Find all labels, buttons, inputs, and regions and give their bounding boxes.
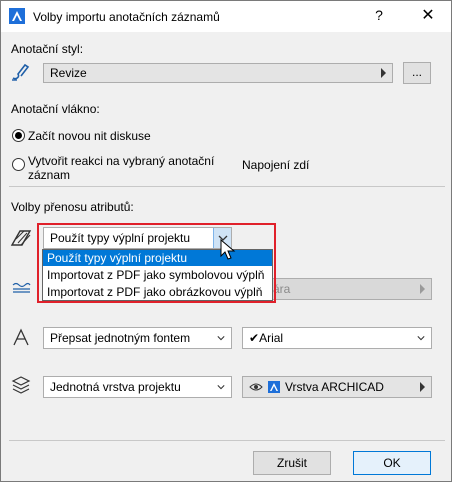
fill-type-select[interactable]: Použít typy výplní projektu [43,227,232,249]
reply-label-line1: Vytvořit reakci na vybraný anotační [28,154,215,168]
fill-hatch-icon [10,230,32,246]
separator [9,440,445,441]
mouse-cursor-icon [220,239,236,260]
new-thread-label: Začít novou nit diskuse [28,129,151,143]
reply-radio[interactable] [12,158,25,171]
pen-icon [12,63,30,81]
dropdown-option[interactable]: Použít typy výplní projektu [43,250,272,266]
layers-icon [11,376,31,394]
chevron-down-icon [217,385,225,390]
chevron-right-icon [381,68,386,78]
font-name-value: ✔Arial [249,331,284,345]
import-annotation-options-dialog: Volby importu anotačních záznamů ? ✕ Ano… [0,0,452,482]
eye-icon [249,383,263,391]
help-button[interactable]: ? [371,7,387,25]
checkmark-icon: ✔ [249,331,260,345]
annotation-style-heading: Anotační styl: [11,42,84,56]
line-type-icon [12,282,31,293]
layer-mode-value: Jednotná vrstva projektu [50,380,181,394]
archicad-layer-icon [268,381,280,393]
font-mode-value: Přepsat jednotným fontem [50,331,191,345]
ok-button[interactable]: OK [353,451,431,475]
new-thread-radio[interactable] [12,129,25,142]
chevron-right-icon [420,382,425,392]
reply-label-line2: záznam [28,168,71,182]
font-name-select[interactable]: ✔Arial [242,327,432,349]
archicad-icon [9,8,25,24]
font-icon [13,328,29,346]
layer-name-select[interactable]: Vrstva ARCHICAD [242,376,432,398]
layer-mode-select[interactable]: Jednotná vrstva projektu [43,376,232,398]
separator [9,186,445,187]
layer-name-value: Vrstva ARCHICAD [285,380,384,394]
annotation-style-select[interactable]: Revize [43,63,393,83]
annotation-style-value: Revize [50,66,87,80]
browse-button[interactable]: ... [403,62,431,84]
chevron-down-icon [417,336,425,341]
chevron-down-icon [217,336,225,341]
fill-type-dropdown-list: Použít typy výplní projektu Importovat z… [42,249,273,301]
title-bar: Volby importu anotačních záznamů ? ✕ [1,1,451,32]
cancel-button[interactable]: Zrušit [253,451,331,475]
window-title: Volby importu anotačních záznamů [33,10,220,24]
selected-thread-label: Napojení zdí [242,158,310,172]
dropdown-option[interactable]: Importovat z PDF jako symbolovou výplň [43,267,272,283]
font-mode-select[interactable]: Přepsat jednotným fontem [43,327,232,349]
attribute-transfer-heading: Volby přenosu atributů: [11,200,134,214]
annotation-thread-heading: Anotační vlákno: [11,102,100,116]
dropdown-option[interactable]: Importovat z PDF jako obrázkovou výplň [43,284,272,300]
chevron-right-icon [420,284,425,294]
fill-type-value: Použít typy výplní projektu [50,231,191,245]
close-button[interactable]: ✕ [417,5,439,27]
